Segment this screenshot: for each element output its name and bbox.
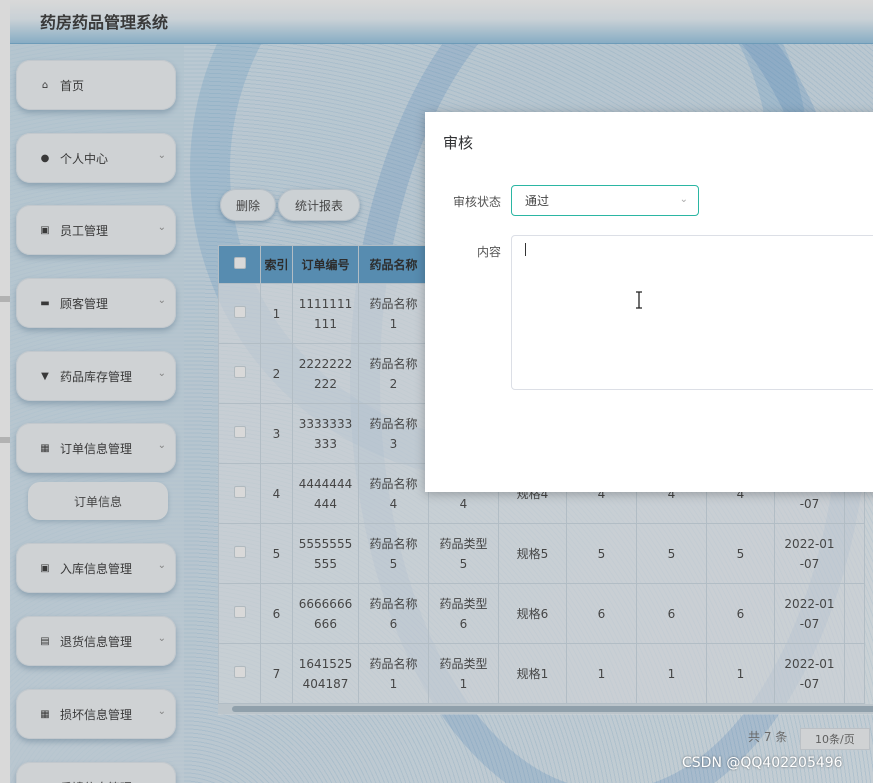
content-textarea[interactable] [511, 235, 873, 390]
content-label: 内容 [476, 245, 501, 259]
status-select[interactable]: 通过 ⌄ [511, 185, 699, 216]
status-select-value: 通过 [525, 194, 550, 208]
status-label: 审核状态 [452, 195, 501, 209]
ibeam-cursor-icon [636, 291, 642, 309]
dialog-title: 审核 [443, 134, 474, 152]
text-caret [525, 243, 526, 256]
review-dialog: 审核 审核状态 通过 ⌄ 内容 [425, 112, 873, 492]
watermark: CSDN @QQ402205496 [682, 755, 843, 771]
chevron-down-icon: ⌄ [679, 194, 688, 205]
